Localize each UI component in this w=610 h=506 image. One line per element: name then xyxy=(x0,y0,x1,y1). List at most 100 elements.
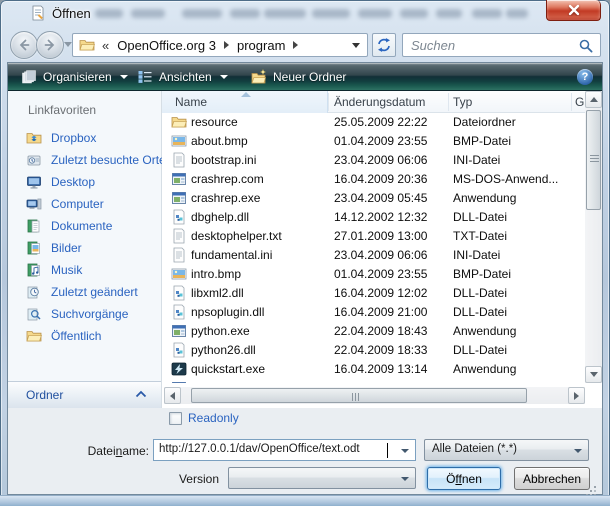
file-row[interactable]: desktophelper.txt27.01.2009 13:00TXT-Dat… xyxy=(162,227,585,246)
cancel-button[interactable]: Abbrechen xyxy=(514,467,590,490)
column-divider[interactable] xyxy=(448,93,449,111)
sidebar-item-öffentlich[interactable]: Öffentlich xyxy=(26,326,101,346)
dll-icon xyxy=(171,342,187,358)
horizontal-scrollbar-thumb[interactable] xyxy=(191,388,527,403)
dialog-client-area: Organisieren Ansichten Neuer Ordner ? xyxy=(7,62,603,495)
resize-grip[interactable] xyxy=(594,486,596,488)
file-row[interactable]: crashrep.exe23.04.2009 05:45Anwendung xyxy=(162,189,585,208)
readonly-checkbox[interactable] xyxy=(169,412,182,425)
breadcrumb-separator-icon[interactable] xyxy=(224,41,229,49)
file-date: 14.12.2002 12:32 xyxy=(334,210,446,224)
sidebar-item-desktop[interactable]: Desktop xyxy=(26,172,95,192)
search-icon[interactable] xyxy=(578,38,594,54)
file-row[interactable]: python.exe22.04.2009 18:43Anwendung xyxy=(162,322,585,341)
chevron-down-icon[interactable] xyxy=(401,477,409,481)
column-header-name[interactable]: Name xyxy=(175,95,207,109)
file-row[interactable]: intro.bmp01.04.2009 23:55BMP-Datei xyxy=(162,265,585,284)
scroll-right-button[interactable] xyxy=(568,387,585,404)
search-input[interactable] xyxy=(403,34,600,56)
column-header-size[interactable]: G xyxy=(575,95,584,109)
file-date: 01.04.2009 23:55 xyxy=(334,267,446,281)
column-divider[interactable] xyxy=(571,93,572,111)
file-row[interactable]: dbghelp.dll14.12.2002 12:32DLL-Datei xyxy=(162,208,585,227)
filename-value: http://127.0.0.1/dav/OpenOffice/text.odt xyxy=(159,443,360,455)
forward-button[interactable] xyxy=(36,31,64,59)
folders-expander-bar[interactable]: Ordner xyxy=(8,381,161,408)
organize-button[interactable]: Organisieren xyxy=(14,65,135,89)
new-folder-label: Neuer Ordner xyxy=(273,70,346,84)
documents-icon xyxy=(26,218,42,234)
file-date: 01.04.2009 23:55 xyxy=(334,134,446,148)
back-button[interactable] xyxy=(10,31,38,59)
text-icon xyxy=(171,228,187,244)
new-folder-icon xyxy=(251,69,267,85)
refresh-icon xyxy=(376,37,392,53)
scroll-up-button[interactable] xyxy=(585,91,602,108)
breadcrumb-segment-2[interactable]: program xyxy=(237,38,285,53)
file-row[interactable]: resource25.05.2009 22:22Dateiordner xyxy=(162,113,585,132)
help-button[interactable]: ? xyxy=(577,69,593,85)
filetype-combobox[interactable]: Alle Dateien (*.*) xyxy=(424,439,589,461)
favorites-sidebar: Linkfavoriten Ordner DropboxZuletzt besu… xyxy=(8,91,162,408)
chevron-down-icon[interactable] xyxy=(401,449,409,453)
sidebar-item-musik[interactable]: Musik xyxy=(26,260,82,280)
title-bar[interactable]: Öffnen xyxy=(0,0,610,28)
desktop-icon xyxy=(26,174,42,190)
column-header-type[interactable]: Typ xyxy=(453,95,472,109)
column-divider[interactable] xyxy=(328,93,329,111)
glass-blur-artifact xyxy=(506,9,528,18)
vertical-scrollbar[interactable] xyxy=(585,91,602,383)
file-row-partial[interactable] xyxy=(162,379,585,383)
triangle-up-icon xyxy=(590,97,598,102)
filename-combobox[interactable]: http://127.0.0.1/dav/OpenOffice/text.odt xyxy=(153,439,416,461)
version-combobox[interactable] xyxy=(228,467,416,489)
recent-pages-dropdown[interactable] xyxy=(64,42,72,47)
image-icon xyxy=(171,133,187,149)
address-breadcrumb-bar[interactable]: « OpenOffice.org 3 program xyxy=(72,33,368,57)
breadcrumb-separator-icon[interactable] xyxy=(293,41,298,49)
triangle-left-icon xyxy=(170,392,175,400)
scrollbar-grip xyxy=(590,155,599,163)
breadcrumb-overflow[interactable]: « xyxy=(102,38,109,53)
sidebar-item-dokumente[interactable]: Dokumente xyxy=(26,216,112,236)
vertical-scrollbar-thumb[interactable] xyxy=(586,110,601,210)
file-date: 16.04.2009 20:36 xyxy=(334,172,446,186)
column-header-date[interactable]: Änderungsdatum xyxy=(334,95,425,109)
filename-label: Dateiname: xyxy=(78,444,149,458)
sort-ascending-icon xyxy=(241,92,251,97)
file-row[interactable]: libxml2.dll16.04.2009 12:02DLL-Datei xyxy=(162,284,585,303)
scroll-left-button[interactable] xyxy=(164,387,181,404)
sidebar-item-zuletzt-besuchte-orte[interactable]: Zuletzt besuchte Orte xyxy=(26,150,166,170)
breadcrumb-segment-1[interactable]: OpenOffice.org 3 xyxy=(117,38,216,53)
dll-icon xyxy=(171,285,187,301)
scroll-down-button[interactable] xyxy=(585,366,602,383)
file-row[interactable]: npsoplugin.dll16.04.2009 21:00DLL-Datei xyxy=(162,303,585,322)
file-row[interactable]: bootstrap.ini23.04.2009 06:06INI-Datei xyxy=(162,151,585,170)
new-folder-button[interactable]: Neuer Ordner xyxy=(244,65,353,89)
file-row[interactable]: python26.dll22.04.2009 18:33DLL-Datei xyxy=(162,341,585,360)
file-date: 23.04.2009 06:06 xyxy=(334,248,446,262)
close-button[interactable] xyxy=(546,0,601,21)
quickstart-icon xyxy=(171,361,187,377)
sidebar-item-bilder[interactable]: Bilder xyxy=(26,238,82,258)
sidebar-item-computer[interactable]: Computer xyxy=(26,194,104,214)
chevron-down-icon[interactable] xyxy=(574,449,582,453)
file-type: DLL-Datei xyxy=(453,210,569,224)
horizontal-scrollbar[interactable] xyxy=(164,387,585,404)
sidebar-item-label: Computer xyxy=(51,197,104,211)
file-row[interactable]: crashrep.com16.04.2009 20:36MS-DOS-Anwen… xyxy=(162,170,585,189)
refresh-button[interactable] xyxy=(372,33,396,57)
folder-icon xyxy=(79,37,95,53)
computer-icon xyxy=(26,196,42,212)
file-row[interactable]: fundamental.ini23.04.2009 06:06INI-Datei xyxy=(162,246,585,265)
open-button[interactable]: Öffnen xyxy=(427,467,501,490)
pictures-icon xyxy=(26,240,42,256)
sidebar-item-zuletzt-geändert[interactable]: Zuletzt geändert xyxy=(26,282,138,302)
glass-blur-artifact xyxy=(131,9,165,18)
file-row[interactable]: about.bmp01.04.2009 23:55BMP-Datei xyxy=(162,132,585,151)
address-history-dropdown-icon[interactable] xyxy=(352,43,360,48)
file-row[interactable]: quickstart.exe16.04.2009 13:14Anwendung xyxy=(162,360,585,379)
sidebar-item-dropbox[interactable]: Dropbox xyxy=(26,128,96,148)
sidebar-item-suchvorgänge[interactable]: Suchvorgänge xyxy=(26,304,128,324)
views-button[interactable]: Ansichten xyxy=(130,65,235,89)
